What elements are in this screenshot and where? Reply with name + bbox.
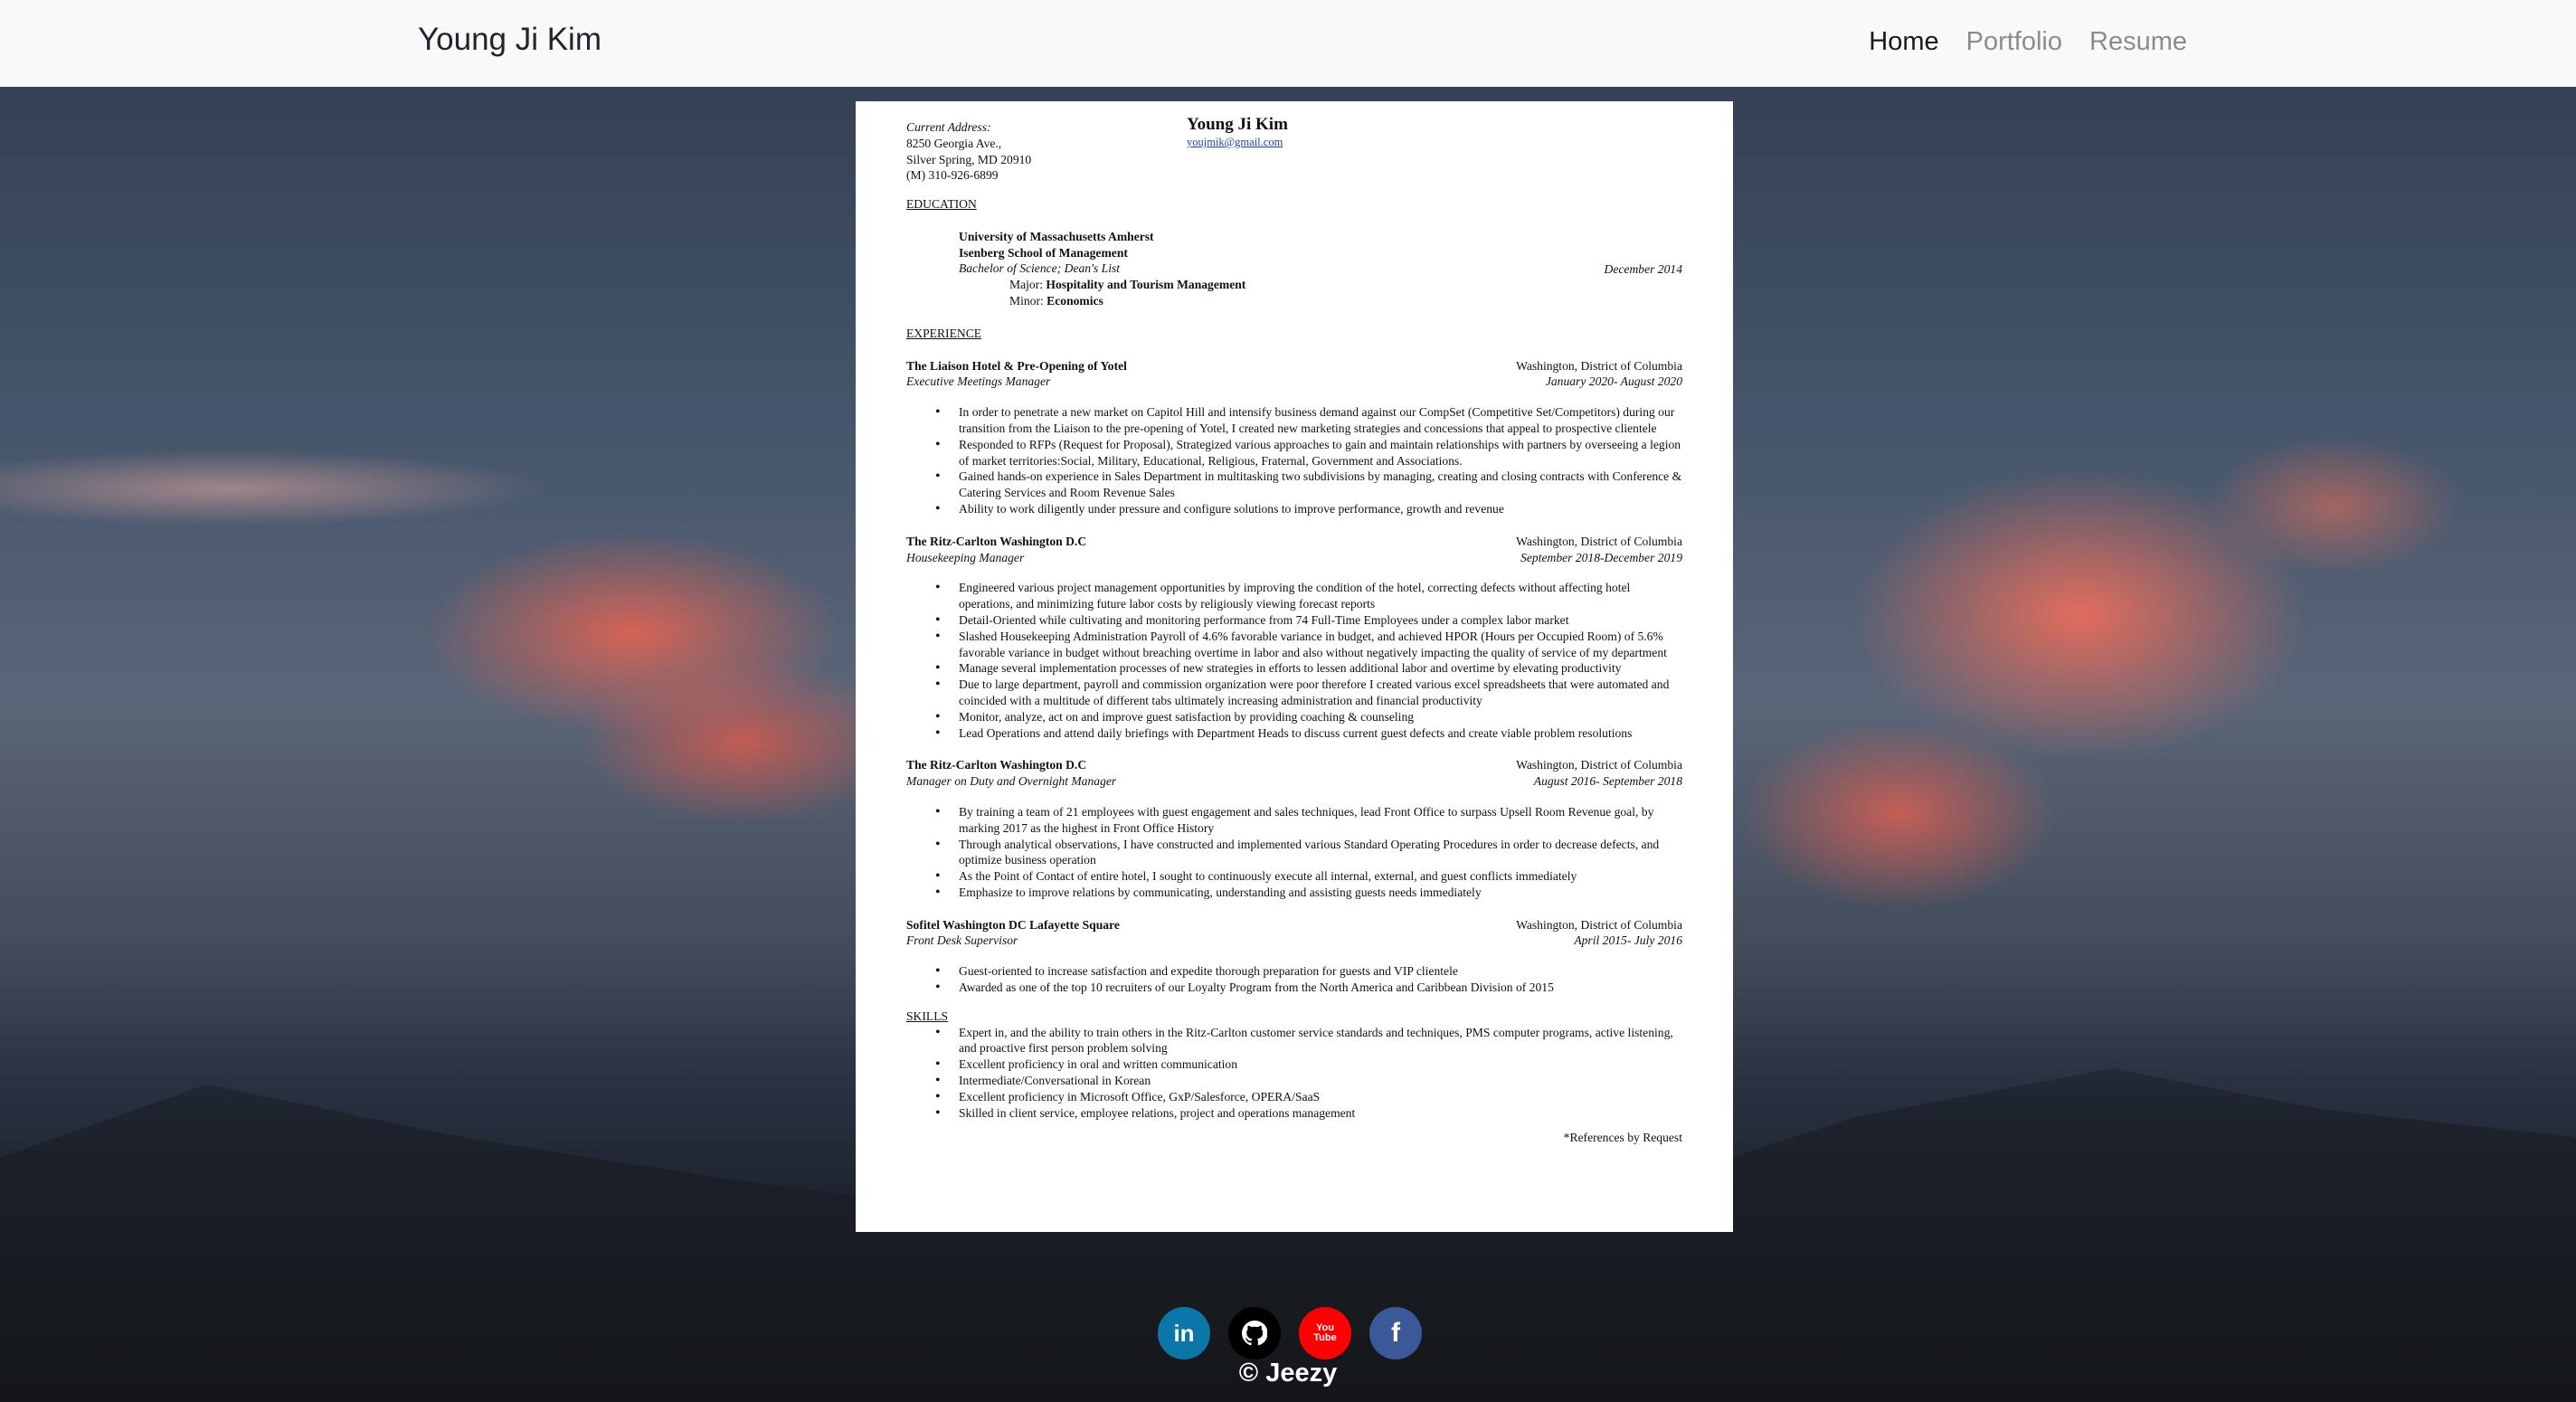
resume-name: Young Ji Kim [1187,115,1288,134]
job-dates: January 2020- August 2020 [1545,374,1682,389]
job-bullet: Monitor, analyze, act on and improve gue… [935,709,1682,725]
job-bullet: Engineered various project management op… [935,580,1682,612]
job-bullet: Guest-oriented to increase satisfaction … [935,963,1682,980]
job-bullet: In order to penetrate a new market on Ca… [935,404,1682,437]
references-note: *References by Request [1563,1131,1682,1145]
experience-heading: EXPERIENCE [906,326,982,340]
linkedin-icon[interactable]: in [1158,1307,1210,1359]
address: Current Address: 8250 Georgia Ave., Silv… [906,119,1682,184]
job-entry: The Liaison Hotel & Pre-Opening of Yotel… [906,358,1682,517]
job-title: Manager on Duty and Overnight Manager [906,774,1117,789]
skill-item: Skilled in client service, employee rela… [935,1105,1682,1122]
job-bullet: Manage several implementation processes … [935,660,1682,677]
job-entry: Sofitel Washington DC Lafayette Square Wa… [906,917,1682,996]
skill-item: Excellent proficiency in oral and writte… [935,1056,1682,1073]
nav-resume[interactable]: Resume [2089,27,2187,57]
email-link[interactable]: youjmik@gmail.com [1187,135,1283,151]
address-line: 8250 Georgia Ave., [906,136,1002,150]
minor-label: Minor: [1009,293,1044,308]
education-entry: University of Massachusetts Amherst Isen… [959,229,1682,309]
job-bullet: Through analytical observations, I have … [935,837,1682,869]
brand-link[interactable]: Young Ji Kim [418,22,601,58]
graduation-date: December 2014 [1604,261,1682,276]
company: The Ritz-Carlton Washington D.C [906,758,1087,772]
company: The Liaison Hotel & Pre-Opening of Yotel [906,358,1127,373]
degree: Bachelor of Science; Dean's List [959,261,1121,276]
job-bullet: Gained hands-on experience in Sales Depa… [935,469,1682,501]
job-bullet: Slashed Housekeeping Administration Payr… [935,629,1682,661]
nav-portfolio[interactable]: Portfolio [1966,27,2062,57]
company: The Ritz-Carlton Washington D.C [906,534,1087,548]
linkedin-glyph: in [1173,1319,1195,1347]
skill-item: Excellent proficiency in Microsoft Offic… [935,1089,1682,1105]
job-title: Front Desk Supervisor [906,933,1018,948]
social-links: in You Tube f [1158,1307,1422,1359]
address-line: (M) 310-926-6899 [906,168,999,183]
skill-item: Intermediate/Conversational in Korean [935,1073,1682,1089]
job-bullet: Due to large department, payroll and com… [935,677,1682,709]
job-entry: The Ritz-Carlton Washington D.C Washingto… [906,534,1682,742]
job-bullet: As the Point of Contact of entire hotel,… [935,868,1682,885]
college: Isenberg School of Management [959,245,1128,260]
job-bullet: By training a team of 21 employees with … [935,804,1682,837]
job-bullet: Ability to work diligently under pressur… [935,501,1682,517]
facebook-glyph: f [1391,1318,1400,1348]
education-heading: EDUCATION [906,197,977,211]
minor: Economics [1046,293,1103,308]
job-title: Executive Meetings Manager [906,374,1051,389]
location: Washington, District of Columbia [1516,358,1682,373]
location: Washington, District of Columbia [1516,534,1682,548]
location: Washington, District of Columbia [1516,758,1682,772]
location: Washington, District of Columbia [1516,917,1682,932]
facebook-icon[interactable]: f [1369,1307,1422,1359]
job-bullet: Awarded as one of the top 10 recruiters … [935,980,1682,996]
github-icon[interactable] [1228,1307,1281,1359]
job-entry: The Ritz-Carlton Washington D.C Washingto… [906,757,1682,900]
skill-item: Expert in, and the ability to train othe… [935,1025,1682,1057]
school: University of Massachusetts Amherst [959,229,1154,243]
address-line: Silver Spring, MD 20910 [906,152,1032,166]
address-label: Current Address: [906,120,991,134]
youtube-glyph: You Tube [1313,1322,1337,1343]
major: Hospitality and Tourism Management [1046,278,1246,292]
job-bullet: Detail-Oriented while cultivating and mo… [935,612,1682,629]
job-dates: April 2015- July 2016 [1574,933,1682,948]
skills-heading: SKILLS [906,1009,949,1023]
job-dates: September 2018-December 2019 [1520,550,1682,564]
job-title: Housekeeping Manager [906,550,1025,564]
company: Sofitel Washington DC Lafayette Square [906,917,1120,932]
major-label: Major: [1009,278,1043,292]
navbar: Young Ji Kim Home Portfolio Resume [0,0,2576,87]
youtube-icon[interactable]: You Tube [1299,1307,1351,1359]
nav-home[interactable]: Home [1869,27,1938,57]
job-bullet: Lead Operations and attend daily briefin… [935,725,1682,742]
job-dates: August 2016- September 2018 [1533,774,1682,789]
job-bullet: Responded to RFPs (Request for Proposal)… [935,437,1682,469]
resume-document: Current Address: 8250 Georgia Ave., Silv… [856,101,1733,1232]
copyright: © Jeezy [1238,1359,1338,1388]
job-bullet: Emphasize to improve relations by commun… [935,885,1682,901]
